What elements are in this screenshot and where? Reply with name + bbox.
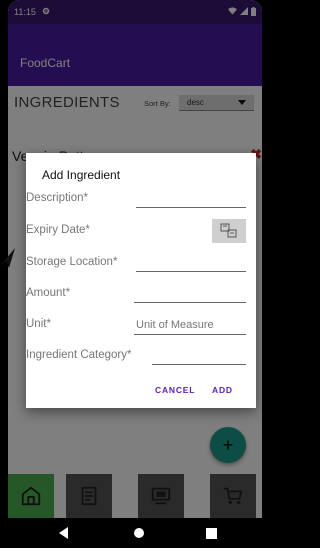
ingredient-category-input[interactable] xyxy=(152,364,246,365)
amount-input[interactable] xyxy=(134,302,246,303)
unit-label: Unit* xyxy=(26,318,51,330)
mouse-pointer-icon xyxy=(0,248,16,273)
description-input[interactable] xyxy=(136,207,246,208)
unit-input-underline xyxy=(134,334,246,335)
system-nav-bar xyxy=(8,518,262,548)
add-ingredient-dialog: Add Ingredient Description* Expiry Date*… xyxy=(26,153,256,408)
date-picker-button[interactable] xyxy=(212,219,246,243)
dialog-title: Add Ingredient xyxy=(42,168,121,182)
phone-screen: 11:15 FoodCart INGREDIENTS Sort By: desc… xyxy=(8,0,262,548)
storage-location-label: Storage Location* xyxy=(26,256,118,268)
expiry-date-label: Expiry Date* xyxy=(26,224,90,236)
recents-icon[interactable] xyxy=(206,526,217,544)
description-label: Description* xyxy=(26,192,88,204)
amount-label: Amount* xyxy=(26,287,71,299)
unit-input[interactable]: Unit of Measure xyxy=(136,319,214,331)
add-button[interactable]: ADD xyxy=(212,385,233,395)
cancel-button[interactable]: CANCEL xyxy=(155,385,195,395)
calendar-icon xyxy=(220,223,237,238)
home-button-icon[interactable] xyxy=(133,526,145,544)
back-icon[interactable] xyxy=(59,526,69,544)
storage-location-input[interactable] xyxy=(136,271,246,272)
ingredient-category-label: Ingredient Category* xyxy=(26,349,132,361)
